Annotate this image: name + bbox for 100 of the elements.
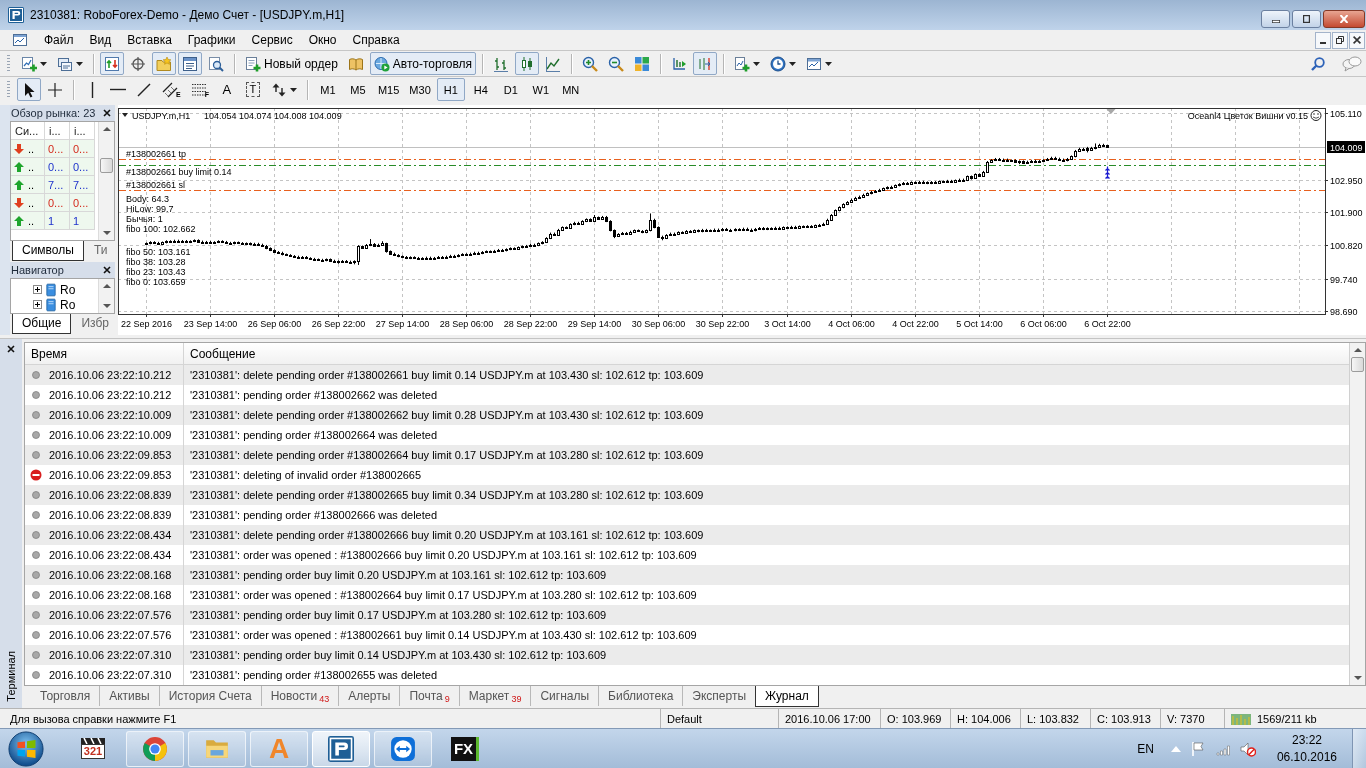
menu-item[interactable]: Файл: [36, 31, 82, 49]
panel-tab[interactable]: Общие: [12, 314, 72, 334]
time-label: 29 Sep 14:00: [567, 319, 622, 329]
close-icon: [7, 345, 15, 353]
current-price-label: 104.009: [1327, 141, 1365, 153]
toolbar-grip[interactable]: [7, 54, 10, 73]
column-header[interactable]: i...: [70, 122, 95, 140]
timeframe-button[interactable]: W1: [526, 78, 555, 101]
menu-item[interactable]: Сервис: [243, 31, 301, 49]
minimize-icon: [1320, 42, 1326, 44]
terminal-tab[interactable]: Алерты: [338, 686, 400, 706]
column-header[interactable]: i...: [45, 122, 70, 140]
close-button[interactable]: [5, 343, 17, 355]
terminal-tab[interactable]: История Счета: [158, 686, 261, 706]
taskbar-button[interactable]: FX: [436, 730, 494, 767]
timeframe-button[interactable]: M5: [343, 78, 372, 101]
chart-minimize-button[interactable]: [1315, 31, 1331, 49]
terminal-button[interactable]: [178, 52, 202, 75]
taskbar-button[interactable]: [126, 730, 184, 767]
indicator-text: fibo 50: 103.161: [126, 246, 191, 257]
book-icon: [347, 55, 364, 72]
terminal-tab[interactable]: Библиотека: [598, 686, 683, 706]
toolbar-grip[interactable]: [7, 80, 10, 99]
close-button[interactable]: [101, 107, 113, 119]
timeframe-button[interactable]: M15: [373, 78, 404, 101]
terminal-tab[interactable]: Активы: [99, 686, 159, 706]
panel-tab[interactable]: Символы: [12, 241, 84, 261]
shift-marker-icon: [1106, 109, 1116, 114]
chart-restore-button[interactable]: [1332, 31, 1348, 49]
zoom-out-icon: [608, 55, 625, 72]
order-label: #138002661 sl: [126, 179, 186, 190]
taskbar-button[interactable]: [312, 730, 370, 767]
timeframe-button[interactable]: H1: [436, 78, 465, 101]
chart-close-button[interactable]: [1349, 31, 1365, 49]
menu-item[interactable]: Окно: [300, 31, 345, 49]
language-button[interactable]: EN: [1137, 741, 1162, 756]
symbol-text: ..: [28, 142, 35, 155]
symbol-text: ..: [28, 214, 35, 227]
line-chart-icon: [545, 55, 562, 72]
expand-icon[interactable]: [33, 285, 42, 294]
log-message: '2310381': deleting of invalid order #138002665: [189, 469, 422, 481]
tree-item[interactable]: Ro: [60, 282, 76, 297]
menu-item[interactable]: Вид: [81, 31, 120, 49]
timeframe-button[interactable]: H4: [466, 78, 495, 101]
scroll-thumb[interactable]: [1351, 357, 1364, 372]
price-label: 98.690: [1330, 306, 1358, 317]
taskbar-button[interactable]: 321: [64, 730, 122, 767]
minimize-button[interactable]: [1261, 10, 1290, 28]
candlestick-button[interactable]: [515, 52, 540, 75]
cursor-tool[interactable]: [17, 78, 41, 101]
timeframe-button[interactable]: M1: [313, 78, 342, 101]
caret-icon: [40, 61, 47, 66]
column-header[interactable]: Си...: [11, 122, 45, 140]
close-button[interactable]: [101, 264, 113, 276]
taskbar-button[interactable]: [374, 730, 432, 767]
scroll-down-icon: [102, 304, 111, 308]
time-label: 5 Oct 14:00: [956, 319, 1003, 329]
traffic-text: 1569/211 kb: [1257, 712, 1317, 725]
maximize-button[interactable]: [1292, 10, 1321, 28]
connection-bars-icon: [1231, 712, 1253, 725]
timeframe-button[interactable]: D1: [496, 78, 525, 101]
arrow-down-icon: [14, 197, 24, 208]
close-button[interactable]: [1323, 10, 1365, 28]
chart-quotes: 104.054 104.074 104.008 104.009: [204, 111, 342, 121]
column-header[interactable]: Время: [25, 343, 184, 364]
scrollbar[interactable]: [1349, 343, 1365, 685]
timeframe-button[interactable]: MN: [556, 78, 585, 101]
new-order-button[interactable]: Новый ордер: [241, 52, 342, 75]
scroll-thumb[interactable]: [100, 158, 113, 173]
scrollbar[interactable]: [98, 122, 114, 240]
terminal-tab[interactable]: Журнал: [755, 686, 819, 707]
menu-item[interactable]: Графики: [179, 31, 244, 49]
auto-trading-button[interactable]: Авто-торговля: [369, 52, 477, 75]
text-tool[interactable]: A: [214, 78, 239, 101]
autoscroll-button[interactable]: [693, 52, 718, 75]
square-logo-icon: [8, 7, 24, 23]
menu-item[interactable]: Вставка: [119, 31, 180, 49]
market-watch-button[interactable]: [100, 52, 124, 75]
log-time: 2016.10.06 23:22:09.853: [49, 449, 172, 461]
menu-item[interactable]: Справка: [344, 31, 408, 49]
time-label: 4 Oct 06:00: [828, 319, 875, 329]
text-label-tool[interactable]: T: [240, 78, 265, 101]
clock[interactable]: 23:22 06.10.2016: [1270, 731, 1343, 766]
tree-item[interactable]: Ro: [60, 297, 76, 312]
time-label: 4 Oct 22:00: [892, 319, 939, 329]
terminal-tab[interactable]: Сигналы: [530, 686, 599, 706]
expand-icon[interactable]: [33, 300, 42, 309]
bar-chart-icon: [493, 55, 510, 72]
panel-tab[interactable]: Ти: [83, 241, 118, 261]
timeframe-button[interactable]: M30: [405, 78, 435, 101]
info-dot-icon: [32, 591, 40, 599]
column-header[interactable]: Сообщение: [184, 343, 256, 364]
order-label: #138002661 buy limit 0.14: [126, 166, 232, 177]
muted-speaker-icon[interactable]: [1239, 740, 1256, 757]
panel-tab[interactable]: Избр: [71, 314, 119, 334]
scrollbar[interactable]: [98, 279, 114, 313]
order-label: #138002661 tp: [126, 148, 187, 159]
flag-icon[interactable]: [1189, 740, 1206, 757]
terminal-tab[interactable]: Торговля: [30, 686, 100, 706]
stacked-windows-icon: [57, 55, 73, 72]
